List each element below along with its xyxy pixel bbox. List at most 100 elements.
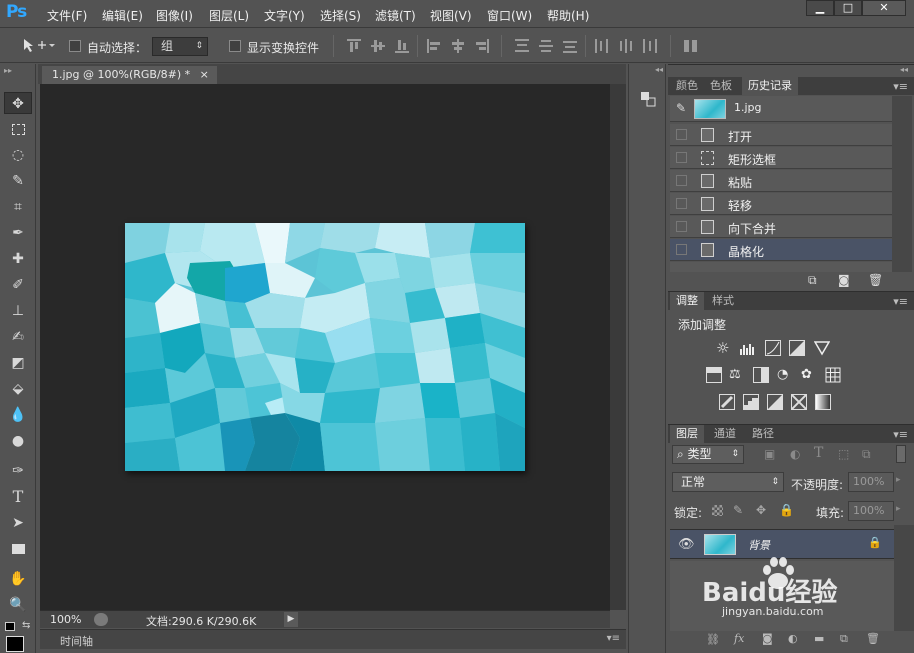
align-top-icon[interactable] [347,39,361,53]
smart-object-filter-icon[interactable]: ⧉ [862,447,871,462]
auto-align-icon[interactable] [684,39,698,53]
history-checkbox[interactable] [676,221,687,232]
layer-filter-dropdown[interactable]: ⌕ 类型 ⇕ [672,445,744,464]
vertical-scrollbar[interactable] [610,84,626,610]
panel-menu-icon[interactable]: ▾≡ [893,428,908,441]
menu-filter[interactable]: 滤镜(T) [375,7,416,24]
distribute-vcenter-icon[interactable] [539,39,553,53]
quick-select-tool-icon[interactable]: ✎ [4,170,32,192]
history-scrollbar[interactable] [892,96,912,272]
layer-style-fx-icon[interactable]: fx [734,632,744,645]
filter-toggle-switch[interactable] [896,445,906,463]
align-left-icon[interactable] [427,39,441,53]
minimize-button[interactable]: ▁ [806,0,834,16]
restore-button[interactable]: □ [834,0,862,16]
delete-layer-trash-icon[interactable]: 🗑 [866,632,880,645]
path-selection-tool-icon[interactable]: ➤ [4,512,32,534]
new-adjustment-layer-icon[interactable]: ◐ [788,632,798,645]
lock-transparency-icon[interactable] [712,505,723,516]
tab-history[interactable]: 历史记录 [742,77,798,95]
swap-colors-icon[interactable]: ⇆ [22,620,30,631]
eraser-tool-icon[interactable]: ◩ [4,352,32,374]
lock-position-icon[interactable]: ✥ [756,503,766,517]
channel-mixer-icon[interactable]: ✿ [801,367,817,383]
menu-edit[interactable]: 编辑(E) [102,7,143,24]
distribute-bottom-icon[interactable] [563,39,577,53]
exposure-icon[interactable] [789,340,805,356]
panel-menu-icon[interactable]: ▾≡ [893,295,908,308]
rectangle-tool-icon[interactable] [4,538,32,560]
layer-name[interactable]: 背景 [748,537,770,553]
vibrance-icon[interactable] [813,340,831,356]
status-menu-arrow-icon[interactable]: ▶ [284,612,298,627]
dodge-tool-icon[interactable]: ● [4,430,32,452]
lock-all-icon[interactable]: 🔒 [779,503,794,517]
pixel-filter-icon[interactable]: ▣ [764,447,775,461]
timeline-label[interactable]: 时间轴 [60,633,93,649]
collapse-arrows-icon[interactable]: ▸▸ [4,66,12,75]
clone-stamp-tool-icon[interactable]: ⊥ [4,300,32,322]
marquee-tool-icon[interactable] [4,118,32,140]
history-item[interactable]: 打开 [670,124,892,146]
new-layer-icon[interactable]: ⧉ [840,632,848,646]
hand-tool-icon[interactable]: ✋ [4,568,32,590]
history-dock-icon[interactable] [639,90,657,108]
healing-brush-tool-icon[interactable]: ✚ [4,248,32,270]
type-tool-icon[interactable]: T [4,486,32,508]
threshold-icon[interactable] [767,394,783,410]
distribute-right-icon[interactable] [643,39,657,53]
eye-visibility-icon[interactable]: 👁 [678,537,695,552]
brightness-contrast-icon[interactable]: ☼ [716,340,732,356]
foreground-color-swatch[interactable] [6,636,24,652]
history-item-selected[interactable]: 晶格化 [670,239,892,261]
adjustment-filter-icon[interactable]: ◐ [790,447,800,461]
align-right-icon[interactable] [475,39,489,53]
history-checkbox[interactable] [676,129,687,140]
distribute-left-icon[interactable] [595,39,609,53]
history-item[interactable]: 向下合并 [670,216,892,238]
history-brush-source-icon[interactable]: ✎ [676,101,686,115]
blend-mode-dropdown[interactable]: 正常 ⇕ [672,472,784,492]
tab-paths[interactable]: 路径 [746,425,780,443]
tab-styles[interactable]: 样式 [706,292,740,310]
new-group-folder-icon[interactable]: ▬ [814,632,824,645]
selective-color-icon[interactable] [791,394,807,410]
type-filter-icon[interactable]: T [814,445,823,461]
tab-swatches[interactable]: 色板 [704,77,738,95]
move-tool-preset-icon[interactable] [22,38,58,54]
menu-layer[interactable]: 图层(L) [209,7,249,24]
curves-icon[interactable] [765,340,781,356]
distribute-hcenter-icon[interactable] [619,39,633,53]
collapse-arrows-icon[interactable]: ◂◂ [900,65,908,74]
blur-tool-icon[interactable]: 💧 [4,404,32,426]
history-checkbox[interactable] [676,198,687,209]
close-tab-icon[interactable]: × [200,68,209,81]
color-lookup-icon[interactable] [825,367,841,383]
fill-slider-arrow-icon[interactable]: ▸ [896,504,901,514]
align-vcenter-icon[interactable] [371,39,385,53]
move-tool-icon[interactable]: ✥ [4,92,32,114]
menu-file[interactable]: 文件(F) [47,7,87,24]
align-hcenter-icon[interactable] [451,39,465,53]
menu-view[interactable]: 视图(V) [430,7,472,24]
opacity-field[interactable]: 100% [848,472,894,492]
invert-icon[interactable] [719,394,735,410]
add-mask-icon[interactable]: ◙ [762,632,773,645]
panel-menu-icon[interactable]: ▾≡ [607,633,620,644]
close-window-button[interactable]: ✕ [862,0,906,16]
distribute-top-icon[interactable] [515,39,529,53]
zoom-level[interactable]: 100% [50,613,81,626]
show-transform-checkbox[interactable] [229,40,241,52]
menu-window[interactable]: 窗口(W) [487,7,532,24]
collapse-arrows-icon[interactable]: ◂◂ [655,65,663,74]
history-brush-tool-icon[interactable]: ✍ [4,326,32,348]
history-item[interactable]: 轻移 [670,193,892,215]
crop-tool-icon[interactable]: ⌗ [4,196,32,218]
history-checkbox[interactable] [676,152,687,163]
history-snapshot[interactable]: ✎ 1.jpg [670,96,892,122]
shape-filter-icon[interactable]: ⬚ [838,447,849,461]
eyedropper-tool-icon[interactable]: ✒ [4,222,32,244]
zoom-tool-icon[interactable]: 🔍 [4,594,32,616]
history-item[interactable]: 矩形选框 [670,147,892,169]
posterize-icon[interactable] [743,394,759,410]
